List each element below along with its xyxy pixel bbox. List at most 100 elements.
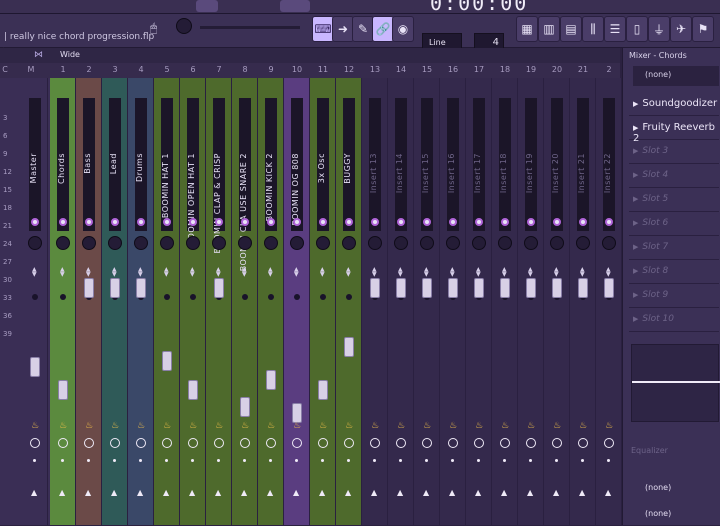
stereo-knob[interactable] — [320, 294, 326, 300]
pan-knob[interactable] — [316, 236, 330, 250]
mixer-strip[interactable]: Insert 15 ▲ ▼ ♨ ▲ — [414, 78, 440, 525]
master-pitch-knob[interactable] — [176, 18, 192, 34]
browser-icon[interactable]: ☰ — [604, 16, 626, 42]
file-icon[interactable]: ▯ — [626, 16, 648, 42]
route-ring-icon[interactable] — [58, 438, 68, 448]
route-ring-icon[interactable] — [240, 438, 250, 448]
route-dot[interactable] — [425, 459, 428, 462]
stereo-arrows-icon[interactable]: ▲ ▼ — [476, 267, 481, 278]
stereo-arrows-icon[interactable]: ▲ ▼ — [268, 267, 273, 278]
send-flame-icon[interactable]: ♨ — [137, 421, 145, 431]
stereo-arrows-icon[interactable]: ▲ ▼ — [424, 267, 429, 278]
route-arrow-icon[interactable]: ▲ — [319, 488, 325, 497]
output-select-2[interactable]: (none) — [629, 504, 719, 526]
route-ring-icon[interactable] — [318, 438, 328, 448]
stereo-knob[interactable] — [242, 294, 248, 300]
send-flame-icon[interactable]: ♨ — [241, 421, 249, 431]
stereo-arrows-icon[interactable]: ▲ ▼ — [606, 267, 611, 278]
route-arrow-icon[interactable]: ▲ — [293, 488, 299, 497]
route-ring-icon[interactable] — [30, 438, 40, 448]
mixer-strip[interactable]: BOOMIN CLA USE SNARE 2 ▲ ▼ ♨ ▲ — [232, 78, 258, 525]
mixer-strip[interactable]: Chords ▲ ▼ ♨ ▲ — [50, 78, 76, 525]
pan-knob[interactable] — [550, 236, 564, 250]
pan-knob[interactable] — [108, 236, 122, 250]
effect-slot[interactable]: ▶ Slot 8 — [629, 262, 719, 284]
send-flame-icon[interactable]: ♨ — [579, 421, 587, 431]
mixer-strip[interactable]: Master ▲ ▼ ♨ ▲ — [22, 78, 48, 525]
pencil-icon[interactable]: ✎ — [352, 16, 374, 42]
volume-fader[interactable] — [604, 278, 614, 298]
enable-dot[interactable] — [527, 218, 535, 226]
effect-slot[interactable]: ▶ Slot 5 — [629, 190, 719, 212]
output-select-1[interactable]: (none) — [629, 478, 719, 500]
pan-knob[interactable] — [472, 236, 486, 250]
route-arrow-icon[interactable]: ▲ — [137, 488, 143, 497]
volume-fader[interactable] — [526, 278, 536, 298]
pan-knob[interactable] — [238, 236, 252, 250]
enable-dot[interactable] — [241, 218, 249, 226]
route-dot[interactable] — [243, 459, 246, 462]
route-ring-icon[interactable] — [370, 438, 380, 448]
volume-fader[interactable] — [110, 278, 120, 298]
enable-dot[interactable] — [163, 218, 171, 226]
route-arrow-icon[interactable]: ▲ — [189, 488, 195, 497]
enable-dot[interactable] — [501, 218, 509, 226]
send-flame-icon[interactable]: ♨ — [397, 421, 405, 431]
route-ring-icon[interactable] — [110, 438, 120, 448]
route-dot[interactable] — [217, 459, 220, 462]
pan-knob[interactable] — [82, 236, 96, 250]
enable-dot[interactable] — [449, 218, 457, 226]
volume-fader[interactable] — [370, 278, 380, 298]
volume-fader[interactable] — [84, 278, 94, 298]
stereo-knob[interactable] — [346, 294, 352, 300]
route-ring-icon[interactable] — [344, 438, 354, 448]
route-arrow-icon[interactable]: ▲ — [163, 488, 169, 497]
route-arrow-icon[interactable]: ▲ — [605, 488, 611, 497]
mixer-strip[interactable]: 3x Osc ▲ ▼ ♨ ▲ — [310, 78, 336, 525]
mixer-strip[interactable]: Insert 22 ▲ ▼ ♨ ▲ — [596, 78, 622, 525]
plug-icon[interactable]: ⏚ — [648, 16, 670, 42]
send-flame-icon[interactable]: ♨ — [111, 421, 119, 431]
stereo-arrows-icon[interactable]: ▲ ▼ — [32, 267, 37, 278]
route-dot[interactable] — [373, 459, 376, 462]
route-dot[interactable] — [139, 459, 142, 462]
mode-button[interactable] — [280, 0, 310, 12]
send-flame-icon[interactable]: ♨ — [215, 421, 223, 431]
send-flame-icon[interactable]: ♨ — [501, 421, 509, 431]
volume-fader[interactable] — [474, 278, 484, 298]
send-flame-icon[interactable]: ♨ — [449, 421, 457, 431]
route-ring-icon[interactable] — [214, 438, 224, 448]
route-dot[interactable] — [607, 459, 610, 462]
send-flame-icon[interactable]: ♨ — [423, 421, 431, 431]
route-ring-icon[interactable] — [552, 438, 562, 448]
send-flame-icon[interactable]: ♨ — [345, 421, 353, 431]
enable-dot[interactable] — [59, 218, 67, 226]
route-ring-icon[interactable] — [188, 438, 198, 448]
stereo-arrows-icon[interactable]: ▲ ▼ — [112, 267, 117, 278]
route-arrow-icon[interactable]: ▲ — [371, 488, 377, 497]
route-dot[interactable] — [581, 459, 584, 462]
route-arrow-icon[interactable]: ▲ — [501, 488, 507, 497]
effect-slot[interactable]: ▶ Slot 3 — [629, 142, 719, 164]
stereo-knob[interactable] — [294, 294, 300, 300]
route-ring-icon[interactable] — [474, 438, 484, 448]
route-dot[interactable] — [399, 459, 402, 462]
pan-knob[interactable] — [264, 236, 278, 250]
mixer-icon[interactable]: ⫼ — [582, 16, 604, 42]
route-dot[interactable] — [451, 459, 454, 462]
volume-fader[interactable] — [422, 278, 432, 298]
mixer-strip[interactable]: BOOMIN HAT 1 ▲ ▼ ♨ ▲ — [154, 78, 180, 525]
mixer-strip[interactable]: Insert 17 ▲ ▼ ♨ ▲ — [466, 78, 492, 525]
enable-dot[interactable] — [605, 218, 613, 226]
mixer-strip[interactable]: Drums ▲ ▼ ♨ ▲ — [128, 78, 154, 525]
pan-knob[interactable] — [28, 236, 42, 250]
pan-knob[interactable] — [134, 236, 148, 250]
record-icon[interactable]: ✈ — [670, 16, 692, 42]
route-ring-icon[interactable] — [292, 438, 302, 448]
route-ring-icon[interactable] — [84, 438, 94, 448]
route-dot[interactable] — [295, 459, 298, 462]
route-arrow-icon[interactable]: ▲ — [85, 488, 91, 497]
pan-knob[interactable] — [602, 236, 616, 250]
send-flame-icon[interactable]: ♨ — [59, 421, 67, 431]
route-arrow-icon[interactable]: ▲ — [475, 488, 481, 497]
